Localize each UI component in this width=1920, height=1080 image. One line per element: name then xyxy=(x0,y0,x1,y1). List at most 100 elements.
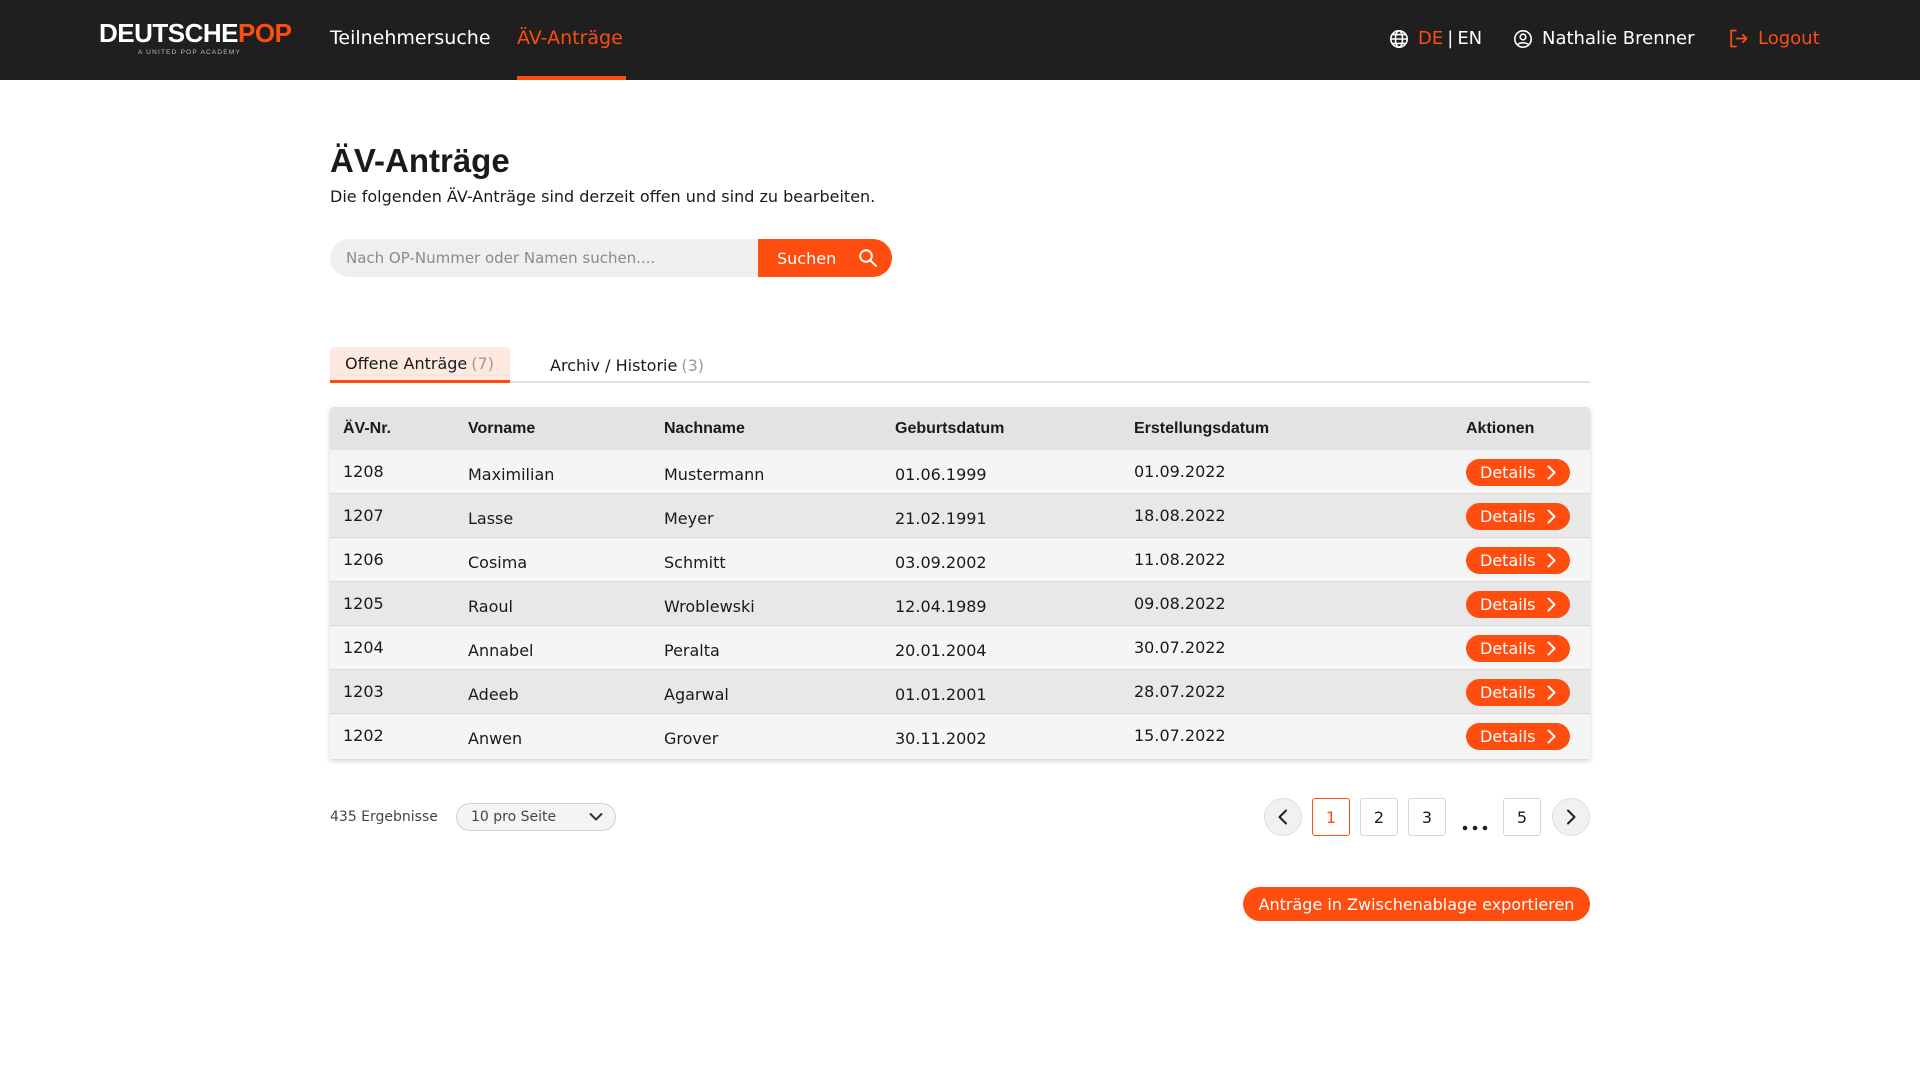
chevron-right-icon xyxy=(1547,641,1556,656)
pagination-page-5[interactable]: 5 xyxy=(1503,798,1541,836)
table-row: 1208 Maximilian Mustermann 01.06.1999 01… xyxy=(330,450,1590,494)
table-row: 1206 Cosima Schmitt 03.09.2002 11.08.202… xyxy=(330,538,1590,582)
top-navigation-bar: DEUTSCHEPOP A UNITED POP ACADEMY Teilneh… xyxy=(0,0,1920,80)
globe-icon xyxy=(1390,29,1408,48)
table-row: 1202 Anwen Grover 30.11.2002 15.07.2022 … xyxy=(330,714,1590,759)
cell-erstellungsdatum: 28.07.2022 xyxy=(1134,682,1226,701)
logo-wordmark: DEUTSCHEPOP xyxy=(99,18,292,48)
user-circle-icon xyxy=(1514,29,1532,48)
pagination-next-button[interactable] xyxy=(1552,798,1590,836)
logout-button[interactable]: Logout xyxy=(1728,28,1820,49)
table-header: ÄV-Nr. Vorname Nachname Geburtsdatum Ers… xyxy=(330,407,1590,450)
column-header-erstellungsdatum: Erstellungsdatum xyxy=(1134,420,1270,437)
details-button[interactable]: Details xyxy=(1466,591,1570,618)
per-page-select[interactable]: 10 pro Seite xyxy=(456,803,616,831)
details-label: Details xyxy=(1480,595,1536,614)
details-label: Details xyxy=(1480,551,1536,570)
cell-erstellungsdatum: 09.08.2022 xyxy=(1134,594,1226,613)
details-button[interactable]: Details xyxy=(1466,503,1570,530)
details-label: Details xyxy=(1480,727,1536,746)
column-header-av-nr: ÄV-Nr. xyxy=(343,420,392,437)
cell-nachname: Agarwal xyxy=(664,685,729,704)
cell-nachname: Schmitt xyxy=(664,553,726,572)
export-to-clipboard-button[interactable]: Anträge in Zwischenablage exportieren xyxy=(1243,887,1590,921)
column-header-vorname: Vorname xyxy=(468,420,536,437)
column-header-aktionen: Aktionen xyxy=(1466,420,1535,437)
language-switcher: DE | EN xyxy=(1389,28,1482,49)
pagination-ellipsis-icon xyxy=(1462,825,1488,831)
chevron-right-icon xyxy=(1547,597,1556,612)
cell-nachname: Wroblewski xyxy=(664,597,755,616)
chevron-right-icon xyxy=(1547,685,1556,700)
search-input[interactable] xyxy=(330,239,760,277)
logo-tagline: A UNITED POP ACADEMY xyxy=(138,49,241,56)
nav-item-av-antraege[interactable]: ÄV-Anträge xyxy=(517,27,623,49)
language-separator: | xyxy=(1447,28,1454,49)
cell-vorname: Adeeb xyxy=(468,685,519,704)
cell-erstellungsdatum: 01.09.2022 xyxy=(1134,462,1226,481)
cell-erstellungsdatum: 11.08.2022 xyxy=(1134,550,1226,569)
cell-av-nr: 1207 xyxy=(343,506,384,525)
pagination-prev-button[interactable] xyxy=(1264,798,1302,836)
details-button[interactable]: Details xyxy=(1466,459,1570,486)
column-header-geburtsdatum: Geburtsdatum xyxy=(895,420,1005,437)
cell-vorname: Annabel xyxy=(468,641,534,660)
cell-av-nr: 1202 xyxy=(343,726,384,745)
tab-offene-antraege[interactable]: Offene Anträge (7) xyxy=(330,347,510,383)
tab-archiv-historie[interactable]: Archiv / Historie (3) xyxy=(540,347,704,383)
search-bar: Suchen xyxy=(330,239,892,277)
search-button[interactable]: Suchen xyxy=(758,239,892,277)
cell-geburtsdatum: 20.01.2004 xyxy=(895,641,987,660)
cell-geburtsdatum: 01.01.2001 xyxy=(895,685,987,704)
tab-label: Archiv / Historie xyxy=(550,355,678,375)
tab-count: (3) xyxy=(681,355,704,375)
cell-nachname: Mustermann xyxy=(664,465,765,484)
cell-geburtsdatum: 12.04.1989 xyxy=(895,597,987,616)
details-label: Details xyxy=(1480,507,1536,526)
details-button[interactable]: Details xyxy=(1466,679,1570,706)
chevron-right-icon xyxy=(1547,729,1556,744)
page-title: ÄV-Anträge xyxy=(330,142,510,179)
cell-nachname: Peralta xyxy=(664,641,720,660)
details-button[interactable]: Details xyxy=(1466,723,1570,750)
pagination-page-3[interactable]: 3 xyxy=(1408,798,1446,836)
chevron-right-icon xyxy=(1547,509,1556,524)
active-nav-indicator xyxy=(517,76,626,80)
cell-vorname: Raoul xyxy=(468,597,513,616)
language-de-link[interactable]: DE xyxy=(1418,28,1443,49)
tab-count: (7) xyxy=(471,354,494,373)
tab-label: Offene Anträge xyxy=(345,354,468,373)
language-en-link[interactable]: EN xyxy=(1457,28,1482,49)
table-row: 1204 Annabel Peralta 20.01.2004 30.07.20… xyxy=(330,626,1590,670)
pagination-page-2[interactable]: 2 xyxy=(1360,798,1398,836)
details-label: Details xyxy=(1480,639,1536,658)
cell-erstellungsdatum: 30.07.2022 xyxy=(1134,638,1226,657)
table-row: 1207 Lasse Meyer 21.02.1991 18.08.2022 D… xyxy=(330,494,1590,538)
details-button[interactable]: Details xyxy=(1466,547,1570,574)
cell-erstellungsdatum: 15.07.2022 xyxy=(1134,726,1226,745)
table-row: 1205 Raoul Wroblewski 12.04.1989 09.08.2… xyxy=(330,582,1590,626)
details-button[interactable]: Details xyxy=(1466,635,1570,662)
cell-geburtsdatum: 21.02.1991 xyxy=(895,509,987,528)
cell-vorname: Lasse xyxy=(468,509,514,528)
chevron-down-icon xyxy=(589,813,603,821)
cell-geburtsdatum: 30.11.2002 xyxy=(895,729,987,748)
cell-av-nr: 1206 xyxy=(343,550,384,569)
logout-icon xyxy=(1730,29,1748,48)
details-label: Details xyxy=(1480,683,1536,702)
nav-item-teilnehmersuche[interactable]: Teilnehmersuche xyxy=(330,27,491,49)
cell-geburtsdatum: 03.09.2002 xyxy=(895,553,987,572)
cell-erstellungsdatum: 18.08.2022 xyxy=(1134,506,1226,525)
pagination-page-1[interactable]: 1 xyxy=(1312,798,1350,836)
cell-geburtsdatum: 01.06.1999 xyxy=(895,465,987,484)
results-count: 435 Ergebnisse xyxy=(330,809,438,825)
logout-label: Logout xyxy=(1758,28,1820,49)
cell-nachname: Grover xyxy=(664,729,719,748)
deutschepop-logo[interactable]: DEUTSCHEPOP A UNITED POP ACADEMY xyxy=(99,18,292,60)
per-page-value: 10 pro Seite xyxy=(471,809,557,825)
cell-av-nr: 1208 xyxy=(343,462,384,481)
user-profile[interactable]: Nathalie Brenner xyxy=(1513,28,1695,49)
cell-av-nr: 1203 xyxy=(343,682,384,701)
column-header-nachname: Nachname xyxy=(664,420,745,437)
cell-vorname: Cosima xyxy=(468,553,528,572)
